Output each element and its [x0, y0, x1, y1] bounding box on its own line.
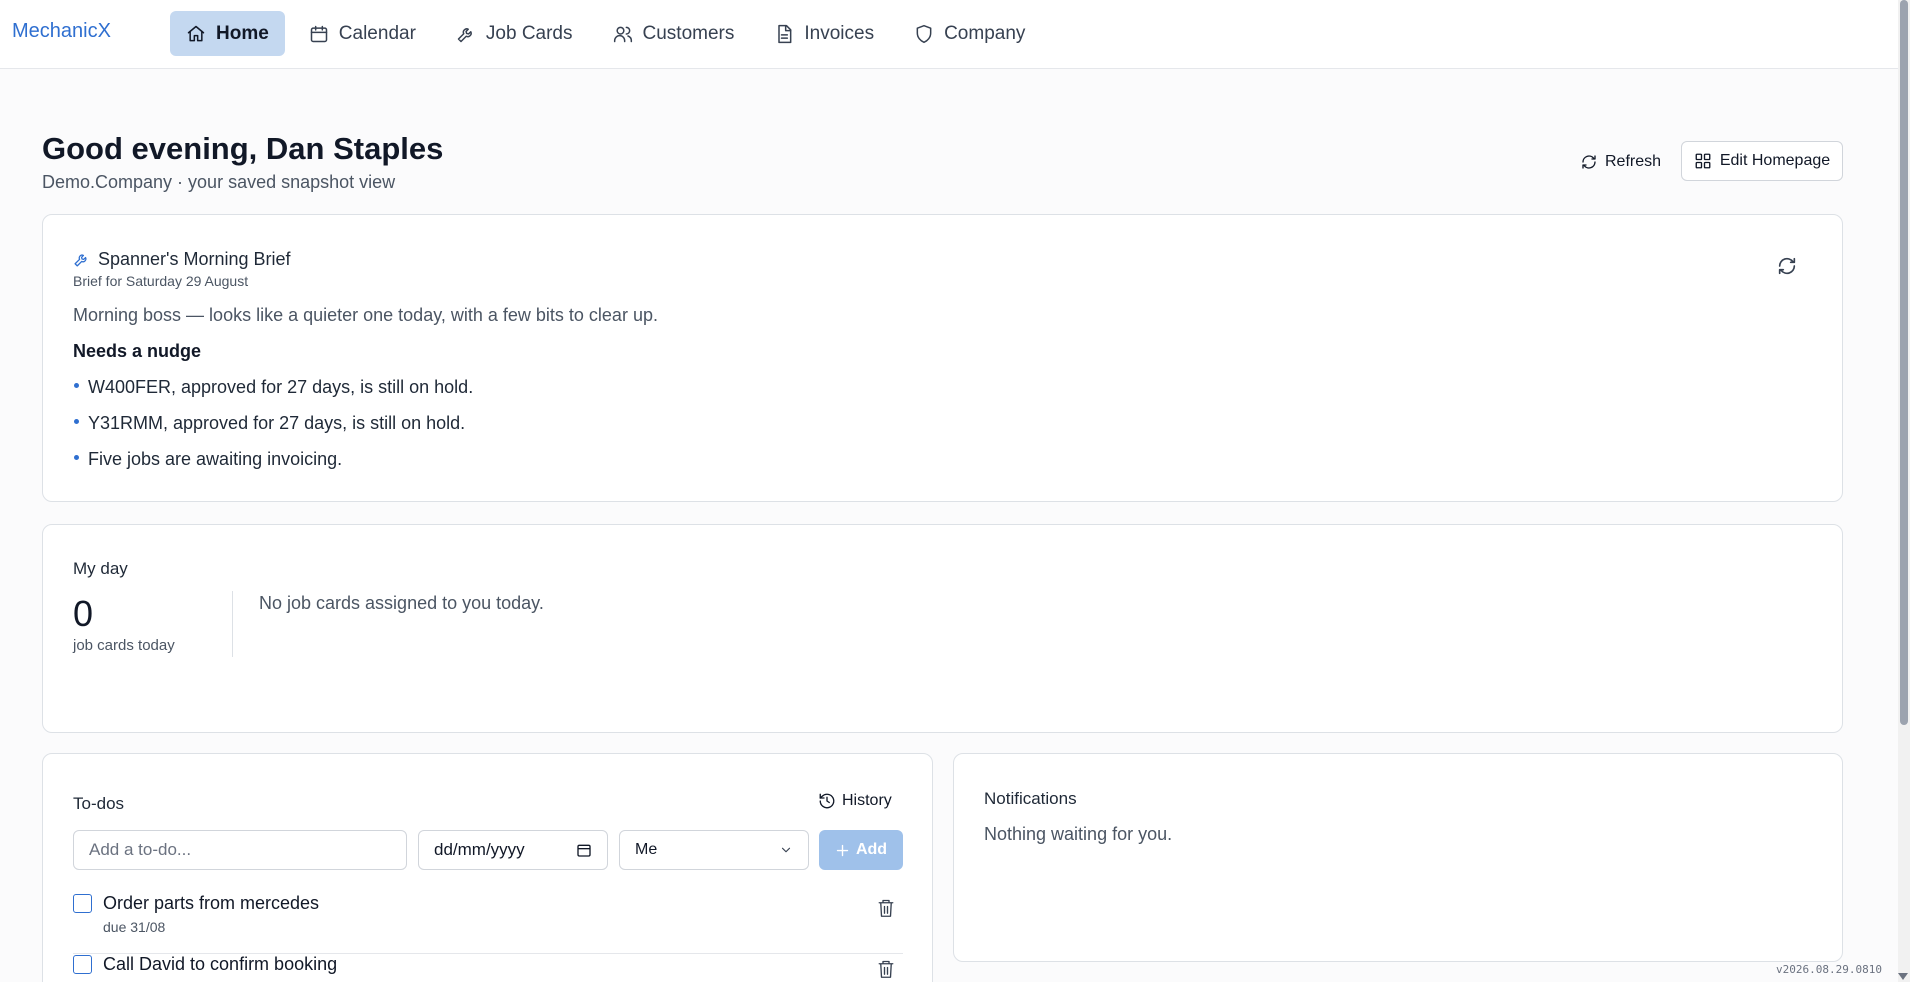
- delete-todo-button[interactable]: [877, 959, 895, 979]
- shield-icon: [916, 24, 932, 43]
- todo-label: Order parts from mercedes: [103, 893, 320, 913]
- refresh-button-label: Refresh: [1605, 153, 1662, 170]
- assignee-select[interactable]: Me: [619, 830, 809, 870]
- home-icon: [187, 25, 205, 41]
- job-card-count: 0: [73, 593, 94, 634]
- grid-icon: [1695, 153, 1711, 169]
- history-button-label: History: [842, 792, 892, 809]
- trash-icon: [878, 899, 894, 917]
- notifications-empty-message: Nothing waiting for you.: [984, 824, 1173, 844]
- history-icon: [819, 793, 835, 809]
- add-todo-button[interactable]: Add: [819, 830, 903, 870]
- plus-icon: [836, 844, 849, 856]
- brief-date: Brief for Saturday 29 August: [73, 273, 249, 289]
- scrollbar[interactable]: [1898, 0, 1910, 982]
- scrollbar-thumb[interactable]: [1900, 0, 1908, 725]
- nav-item-label: Customers: [642, 22, 735, 44]
- top-navigation-bar: MechanicX Home Calendar Job Cards Custom…: [0, 0, 1898, 69]
- notifications-card: Notifications Nothing waiting for you.: [953, 753, 1843, 962]
- brief-section-title: Needs a nudge: [73, 341, 202, 361]
- nav-item-label: Calendar: [338, 22, 416, 44]
- date-placeholder: dd/mm/yyyy: [434, 840, 525, 859]
- add-button-label: Add: [855, 841, 888, 858]
- brief-title: Spanner's Morning Brief: [98, 249, 291, 269]
- divider: [232, 591, 233, 657]
- nav-item-home[interactable]: Home: [170, 11, 285, 56]
- job-card-count-label: job cards today: [73, 637, 175, 654]
- wrench-icon: [457, 27, 472, 42]
- page-subtitle: Demo.Company · your saved snapshot view: [42, 172, 396, 192]
- page-title: Good evening, Dan Staples: [42, 131, 444, 166]
- list-item: Y31RMM, approved for 27 days, is still o…: [73, 413, 473, 449]
- history-button[interactable]: History: [818, 792, 892, 810]
- nav-item-label: Home: [216, 22, 269, 44]
- notifications-title: Notifications: [984, 789, 1077, 808]
- brief-header: Spanner's Morning Brief: [73, 249, 291, 270]
- refresh-button[interactable]: Refresh: [1568, 145, 1673, 179]
- todo-label: Call David to confirm booking: [103, 954, 338, 974]
- my-day-card: My day 0 job cards today No job cards as…: [42, 524, 1843, 733]
- nav-item-invoices[interactable]: Invoices: [758, 11, 890, 56]
- brand-logo[interactable]: MechanicX: [12, 20, 111, 43]
- edit-homepage-label: Edit Homepage: [1719, 152, 1831, 169]
- version-label: v2026.08.29.0810: [1776, 963, 1882, 976]
- nav-item-company[interactable]: Company: [898, 11, 1041, 56]
- todo-due-date: due 31/08: [103, 919, 166, 935]
- todo-checkbox[interactable]: [73, 894, 92, 913]
- nav-item-customers[interactable]: Customers: [597, 11, 751, 56]
- assignee-value: Me: [635, 841, 658, 858]
- nav-item-label: Job Cards: [485, 22, 573, 44]
- brief-intro: Morning boss — looks like a quieter one …: [73, 305, 658, 325]
- edit-homepage-button[interactable]: Edit Homepage: [1681, 141, 1843, 181]
- morning-brief-card: Spanner's Morning Brief Brief for Saturd…: [42, 214, 1843, 502]
- chevron-down-icon: [781, 847, 791, 853]
- todos-title: To-dos: [73, 794, 125, 813]
- brief-list: W400FER, approved for 27 days, is still …: [73, 377, 473, 485]
- list-item: Five jobs are awaiting invoicing.: [73, 449, 473, 485]
- refresh-icon: [1778, 257, 1796, 275]
- wrench-icon: [74, 254, 87, 267]
- users-icon: [613, 26, 632, 42]
- my-day-title: My day: [73, 559, 128, 578]
- trash-icon: [878, 960, 894, 978]
- refresh-icon: [1582, 155, 1596, 169]
- calendar-icon: [310, 25, 328, 42]
- todo-date-input[interactable]: dd/mm/yyyy: [418, 830, 608, 870]
- nav-item-label: Invoices: [804, 22, 875, 44]
- my-day-empty-message: No job cards assigned to you today.: [259, 593, 544, 613]
- nav-item-label: Company: [944, 22, 1026, 44]
- scroll-down-arrow[interactable]: [1898, 973, 1908, 980]
- delete-todo-button[interactable]: [877, 898, 895, 918]
- todo-text-input[interactable]: [73, 830, 407, 870]
- todo-row: Order parts from mercedes due 31/08: [73, 893, 903, 954]
- nav-item-calendar[interactable]: Calendar: [293, 11, 432, 56]
- brief-refresh-button[interactable]: [1776, 255, 1798, 277]
- document-icon: [778, 24, 792, 43]
- nav-item-job-cards[interactable]: Job Cards: [440, 11, 589, 56]
- list-item: W400FER, approved for 27 days, is still …: [73, 377, 473, 413]
- todo-checkbox[interactable]: [73, 955, 92, 974]
- todo-row: Call David to confirm booking: [73, 954, 903, 982]
- calendar-icon: [577, 844, 591, 857]
- todos-card: To-dos History dd/mm/yyyy Me Add Order p…: [42, 753, 933, 982]
- main-nav: Home Calendar Job Cards Customers Invoic…: [170, 11, 1041, 56]
